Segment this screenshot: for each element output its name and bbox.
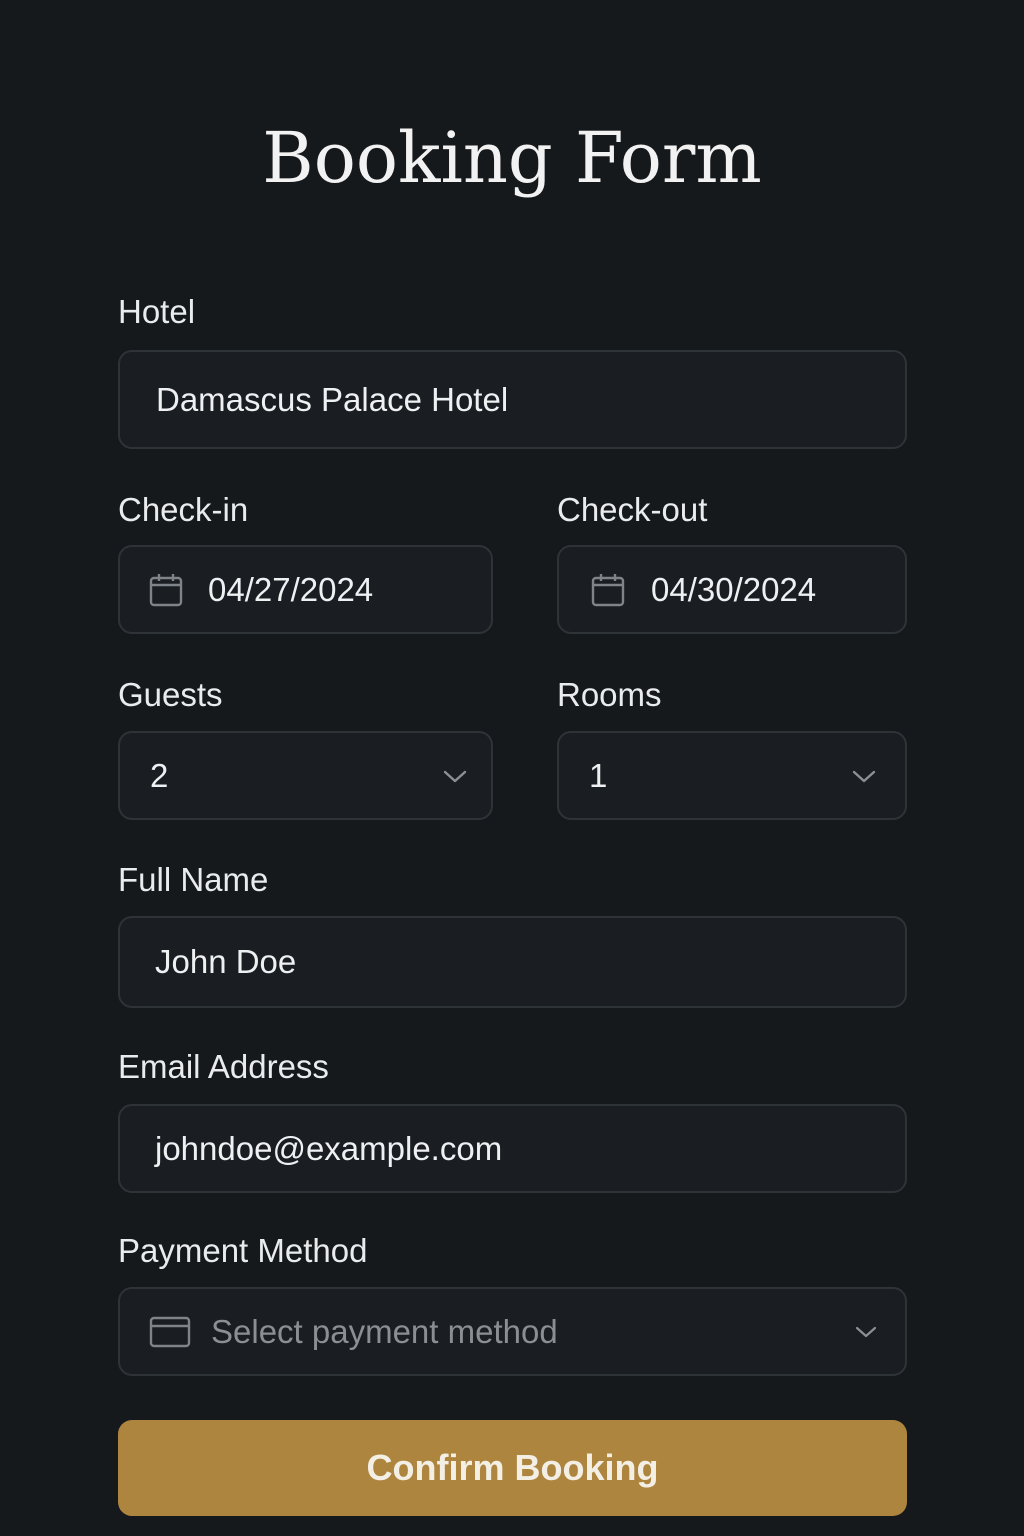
rooms-select[interactable]: 1	[557, 731, 907, 820]
email-field[interactable]: johndoe@example.com	[118, 1104, 907, 1193]
rooms-value: 1	[589, 756, 608, 794]
check-out-label: Check-out	[557, 491, 708, 528]
hotel-label: Hotel	[118, 293, 196, 330]
check-out-field[interactable]: 04/30/2024	[557, 545, 907, 634]
full-name-field[interactable]: John Doe	[118, 916, 907, 1008]
check-out-value: 04/30/2024	[651, 570, 817, 608]
chevron-down-icon	[442, 768, 468, 784]
check-in-value: 04/27/2024	[208, 570, 374, 608]
guests-select[interactable]: 2	[118, 731, 493, 820]
email-label: Email Address	[118, 1048, 329, 1085]
payment-method-label: Payment Method	[118, 1232, 368, 1269]
rooms-label: Rooms	[557, 676, 662, 713]
calendar-icon	[148, 572, 184, 608]
guests-label: Guests	[118, 676, 223, 713]
page-title: Booking Form	[262, 117, 762, 199]
payment-method-placeholder: Select payment method	[211, 1312, 558, 1350]
email-value: johndoe@example.com	[155, 1129, 503, 1167]
payment-method-select[interactable]: Select payment method	[118, 1287, 907, 1376]
chevron-down-icon	[851, 768, 877, 784]
hotel-field[interactable]: Damascus Palace Hotel	[118, 350, 907, 449]
hotel-value: Damascus Palace Hotel	[156, 380, 509, 418]
full-name-label: Full Name	[118, 861, 269, 898]
check-in-field[interactable]: 04/27/2024	[118, 545, 493, 634]
full-name-value: John Doe	[155, 943, 297, 980]
confirm-booking-button[interactable]: Confirm Booking	[118, 1420, 907, 1516]
check-in-label: Check-in	[118, 491, 249, 528]
calendar-icon	[590, 572, 626, 608]
credit-card-icon	[149, 1316, 191, 1348]
guests-value: 2	[150, 756, 169, 794]
chevron-down-icon	[854, 1325, 878, 1339]
